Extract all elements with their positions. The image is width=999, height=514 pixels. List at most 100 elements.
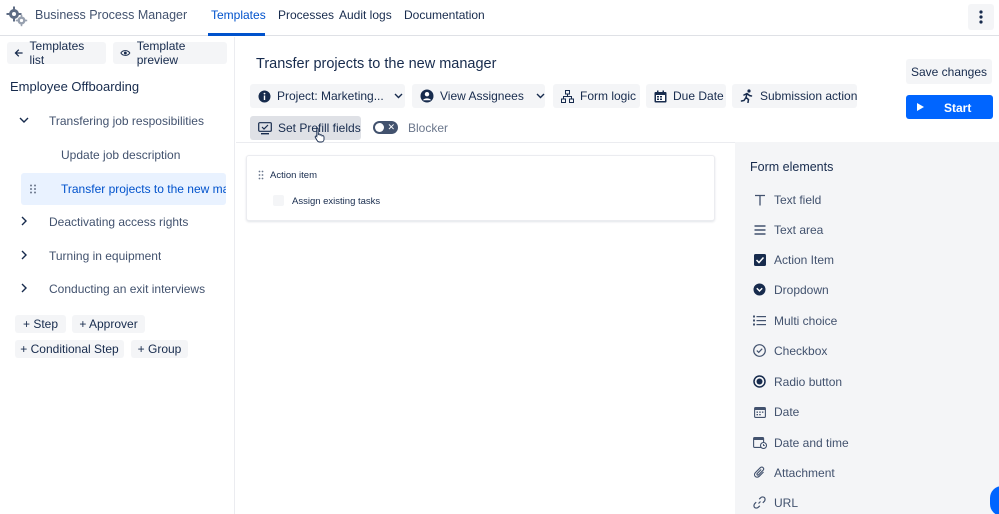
play-icon [917, 103, 924, 111]
form-element-multi-choice[interactable]: Multi choice [750, 310, 980, 332]
form-element-label: Date [774, 405, 800, 419]
date-icon [752, 404, 767, 419]
project-select-label: Project: Marketing... [277, 89, 384, 103]
form-element-dropdown[interactable]: Dropdown [750, 279, 980, 301]
due-date-label: Due Date [673, 89, 724, 103]
view-assignees-label: View Assignees [440, 89, 524, 103]
blocker-toggle[interactable]: ✕ [373, 121, 398, 134]
tree-step-transfering-job[interactable]: Transfering job resposibilities [0, 105, 235, 137]
add-group-button[interactable]: + Group [131, 340, 188, 358]
tree-substep-update-job[interactable]: Update job description [0, 139, 235, 171]
add-approver-button[interactable]: + Approver [72, 315, 145, 333]
text-area-icon [752, 222, 767, 237]
eye-icon [120, 50, 131, 56]
form-element-url[interactable]: URL [750, 492, 980, 514]
add-step-button[interactable]: + Step [15, 315, 66, 333]
help-chat-button[interactable] [990, 486, 999, 514]
form-element-radio-button[interactable]: Radio button [750, 371, 980, 393]
toggle-knob [375, 123, 384, 132]
tab-documentation[interactable]: Documentation [404, 8, 485, 22]
drag-handle-icon [30, 184, 36, 194]
form-logic-button[interactable]: Form logic [553, 84, 640, 108]
form-element-label: Multi choice [774, 314, 838, 328]
project-select[interactable]: Project: Marketing... [250, 84, 405, 108]
form-element-date-and-time[interactable]: Date and time [750, 432, 980, 454]
view-assignees-button[interactable]: View Assignees [412, 84, 545, 108]
toggle-off-icon: ✕ [387, 122, 395, 132]
date-time-icon [752, 435, 767, 450]
workflow-title: Employee Offboarding [10, 79, 140, 94]
tree-substep-label: Transfer projects to the new manager [61, 182, 226, 196]
form-element-text-field[interactable]: Text field [750, 189, 980, 211]
tree-step-turning-in[interactable]: Turning in equipment [0, 240, 235, 272]
drag-handle-icon[interactable] [258, 170, 264, 180]
form-element-text-area[interactable]: Text area [750, 219, 980, 241]
monitor-check-icon [258, 121, 272, 134]
checkbox-icon [752, 343, 767, 358]
gears-logo-icon[interactable] [6, 5, 28, 27]
action-item-card[interactable] [246, 155, 715, 221]
form-element-attachment[interactable]: Attachment [750, 462, 980, 484]
submission-action-button[interactable]: Submission action [732, 84, 857, 108]
action-item-checkbox[interactable] [273, 195, 284, 206]
start-button[interactable]: Start [906, 95, 993, 119]
form-element-label: Attachment [774, 466, 835, 480]
tab-processes[interactable]: Processes [278, 8, 334, 22]
top-navigation: Business Process Manager Templates Proce… [0, 0, 999, 36]
page-title: Transfer projects to the new manager [256, 56, 497, 72]
tree-step-exit-interviews[interactable]: Conducting an exit interviews [0, 273, 235, 305]
template-preview-label: Template preview [136, 39, 186, 67]
form-element-label: Radio button [774, 375, 843, 389]
form-element-checkbox[interactable]: Checkbox [750, 340, 980, 362]
action-item-icon [752, 252, 767, 267]
mouse-pointer-icon [314, 127, 325, 143]
tree-step-label: Conducting an exit interviews [49, 282, 206, 296]
chevron-down-icon [19, 117, 29, 123]
arrow-left-icon [14, 49, 23, 57]
multi-choice-icon [752, 313, 767, 328]
form-element-label: URL [774, 496, 799, 510]
tab-templates[interactable]: Templates [211, 8, 266, 22]
form-element-label: Action Item [774, 253, 835, 267]
form-element-action-item[interactable]: Action Item [750, 249, 980, 271]
radio-button-icon [752, 374, 767, 389]
tree-step-deactivating[interactable]: Deactivating access rights [0, 206, 235, 238]
form-element-label: Dropdown [774, 283, 829, 297]
form-logic-label: Form logic [580, 89, 637, 103]
save-changes-button[interactable]: Save changes [906, 59, 992, 84]
tree-step-label: Deactivating access rights [49, 215, 189, 229]
tree-substep-label: Update job description [61, 148, 181, 162]
chevron-down-icon [394, 93, 403, 99]
calendar-icon [654, 90, 667, 102]
submission-action-label: Submission action [760, 89, 858, 103]
blocker-label: Blocker [408, 121, 449, 135]
form-element-date[interactable]: Date [750, 401, 980, 423]
form-element-label: Text field [774, 193, 822, 207]
action-item-text: Assign existing tasks [292, 196, 381, 207]
more-menu-button[interactable] [968, 4, 994, 30]
active-tab-indicator [208, 33, 265, 36]
logic-tree-icon [561, 89, 574, 103]
chevron-down-icon [536, 93, 545, 99]
running-person-icon [740, 89, 753, 103]
form-elements-title: Form elements [750, 160, 834, 174]
card-title: Action item [270, 170, 317, 181]
form-element-label: Text area [774, 223, 824, 237]
form-element-label: Date and time [774, 436, 849, 450]
tree-substep-transfer-projects[interactable]: Transfer projects to the new manager [21, 173, 226, 205]
tree-step-label: Transfering job resposibilities [49, 114, 204, 128]
more-vertical-icon [979, 10, 983, 24]
template-preview-button[interactable]: Template preview [113, 39, 227, 67]
tab-audit-logs[interactable]: Audit logs [339, 8, 392, 22]
tree-step-label: Turning in equipment [49, 249, 162, 263]
attachment-icon [752, 465, 767, 480]
chevron-right-icon [21, 250, 27, 260]
add-conditional-step-button[interactable]: + Conditional Step [15, 340, 124, 358]
start-label: Start [944, 101, 972, 115]
templates-list-button[interactable]: Templates list [7, 39, 106, 67]
set-prefill-fields-button[interactable]: Set Prefill fields [250, 116, 361, 140]
app-name: Business Process Manager [35, 8, 188, 22]
chevron-right-icon [21, 283, 27, 293]
info-icon [258, 90, 271, 102]
due-date-button[interactable]: Due Date [646, 84, 726, 108]
